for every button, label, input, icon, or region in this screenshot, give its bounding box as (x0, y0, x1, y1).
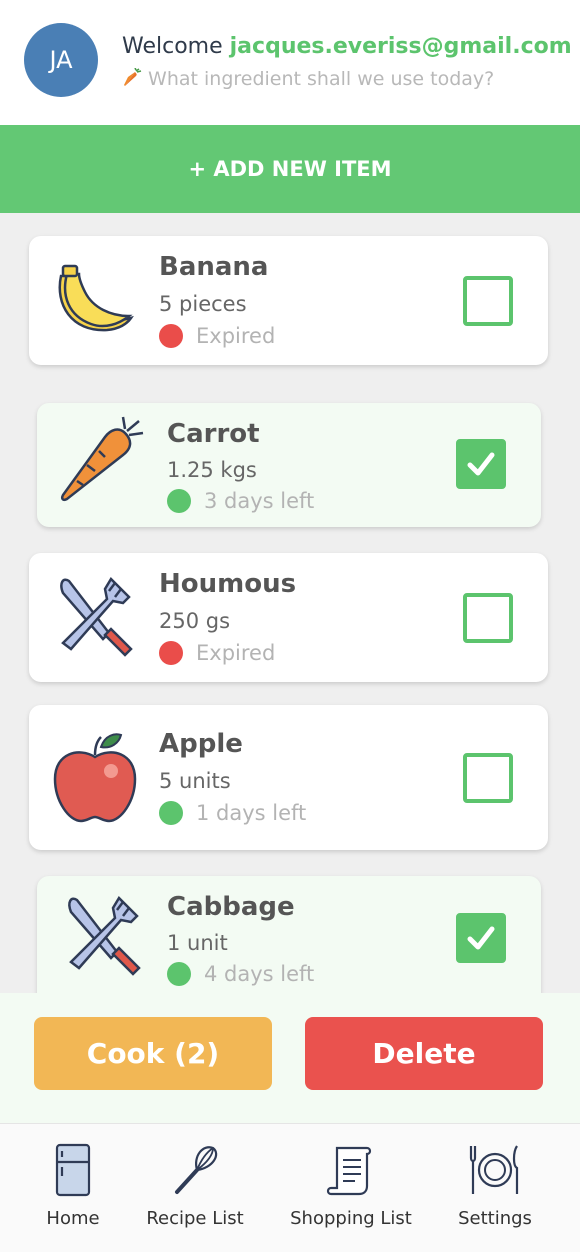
ingredient-status: Expired (159, 324, 275, 348)
status-dot (167, 962, 191, 986)
status-dot (159, 801, 183, 825)
banana-icon (58, 264, 134, 332)
subtitle-text: What ingredient shall we use today? (148, 68, 495, 90)
ingredient-name: Cabbage (167, 892, 295, 922)
apple-icon (53, 733, 137, 823)
tab-label: Recipe List (146, 1208, 244, 1229)
checkmark-icon (467, 926, 495, 950)
subtitle: What ingredient shall we use today? (122, 67, 495, 90)
user-email: jacques.everiss@gmail.com (229, 34, 572, 59)
ingredient-name: Banana (159, 252, 269, 282)
status-text: 3 days left (204, 489, 315, 513)
add-new-item-button[interactable]: + ADD NEW ITEM (0, 125, 580, 213)
carrot-icon (124, 67, 142, 86)
select-checkbox[interactable] (463, 593, 513, 643)
checkmark-icon (467, 452, 495, 476)
ingredient-quantity: 5 pieces (159, 292, 247, 316)
select-checkbox[interactable] (463, 753, 513, 803)
plate-cutlery-icon (469, 1145, 519, 1194)
ingredient-quantity: 250 gs (159, 609, 231, 633)
status-text: 4 days left (204, 962, 315, 986)
ingredient-quantity: 1.25 kgs (167, 458, 257, 482)
fridge-icon (55, 1143, 91, 1197)
carrot-icon (60, 416, 144, 502)
ingredient-name: Houmous (159, 569, 297, 599)
status-text: Expired (196, 641, 276, 665)
ingredient-name: Apple (159, 729, 243, 759)
status-dot (159, 641, 183, 665)
tab-settings[interactable]: Settings (425, 1142, 565, 1229)
delete-button[interactable]: Delete (305, 1017, 543, 1090)
ingredient-name: Carrot (167, 419, 260, 449)
avatar[interactable]: JA (24, 23, 98, 97)
ingredient-card[interactable]: Cabbage 1 unit 4 days left (37, 876, 541, 993)
ingredient-status: 3 days left (167, 489, 314, 513)
status-dot (159, 324, 183, 348)
tab-label: Home (46, 1208, 100, 1229)
welcome-prefix: Welcome (122, 34, 223, 59)
ingredient-list: Banana 5 pieces Expired Carrot 1.25 kgs … (0, 213, 580, 993)
header: JA Welcome jacques.everiss@gmail.com Wha… (0, 0, 580, 125)
ingredient-card[interactable]: Banana 5 pieces Expired (29, 236, 548, 365)
tab-label: Settings (458, 1208, 532, 1229)
status-dot (167, 489, 191, 513)
ingredient-quantity: 1 unit (167, 931, 228, 955)
whisk-icon (175, 1146, 218, 1194)
status-text: Expired (196, 324, 276, 348)
list-scroll-icon (326, 1146, 372, 1196)
select-checkbox[interactable] (456, 913, 506, 963)
ingredient-card[interactable]: Apple 5 units 1 days left (29, 705, 548, 850)
ingredient-quantity: 5 units (159, 769, 231, 793)
ingredient-card[interactable]: Carrot 1.25 kgs 3 days left (37, 403, 541, 527)
select-checkbox[interactable] (456, 439, 506, 489)
status-text: 1 days left (196, 801, 307, 825)
cutlery-icon (68, 895, 141, 976)
ingredient-status: 1 days left (159, 801, 306, 825)
tab-recipe-list[interactable]: Recipe List (125, 1142, 265, 1229)
welcome-text: Welcome jacques.everiss@gmail.com (122, 34, 572, 59)
ingredient-status: Expired (159, 641, 275, 665)
ingredient-card[interactable]: Houmous 250 gs Expired (29, 553, 548, 682)
ingredient-status: 4 days left (167, 962, 314, 986)
tab-label: Shopping List (290, 1208, 412, 1229)
tab-home[interactable]: Home (3, 1142, 143, 1229)
tab-shopping-list[interactable]: Shopping List (281, 1142, 421, 1229)
cutlery-icon (60, 576, 133, 657)
tab-bar: Home Recipe List Shopping List Settings (0, 1123, 580, 1252)
action-bar: Cook (2) Delete (0, 993, 580, 1123)
select-checkbox[interactable] (463, 276, 513, 326)
cook-button[interactable]: Cook (2) (34, 1017, 272, 1090)
